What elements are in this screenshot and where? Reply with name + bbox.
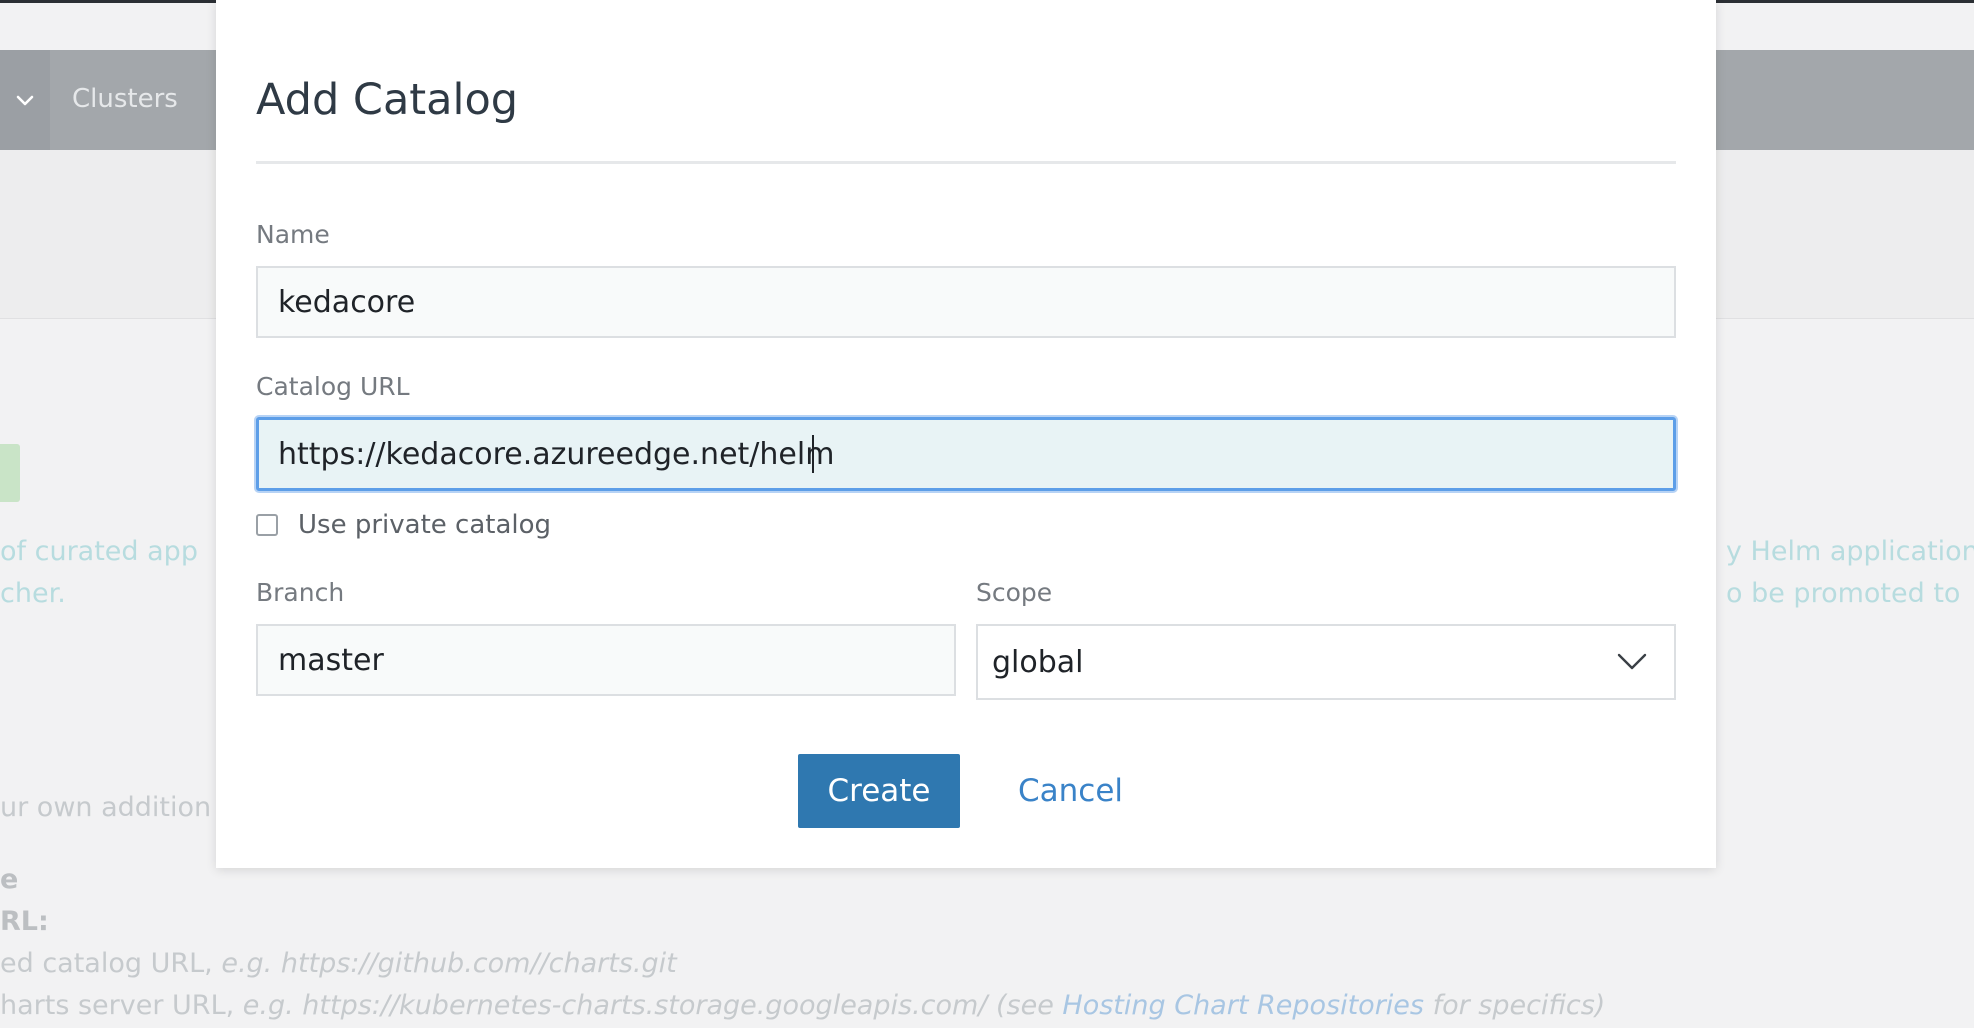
scope-select[interactable]: global: [976, 624, 1676, 700]
bg-text-curated: of curated app: [0, 536, 198, 567]
scope-label: Scope: [976, 578, 1053, 607]
bg-charts-example: e.g. https://kubernetes-charts.storage.g…: [242, 990, 1063, 1021]
bg-git-example: e.g. https://github.com//charts.git: [221, 948, 677, 979]
scope-value: global: [992, 644, 1084, 680]
bg-text-promoted: o be promoted to: [1726, 578, 1961, 609]
chevron-down-icon: [16, 95, 34, 106]
modal-divider: [256, 161, 1676, 164]
name-label: Name: [256, 220, 330, 249]
bg-text-own-addition: ur own addition: [0, 792, 212, 823]
create-button[interactable]: Create: [798, 754, 960, 828]
private-catalog-row[interactable]: Use private catalog: [256, 510, 551, 540]
bg-git-prefix: ed catalog URL,: [0, 948, 222, 979]
cancel-button[interactable]: Cancel: [998, 754, 1143, 828]
bg-text-charts-line: harts server URL, e.g. https://kubernete…: [0, 990, 1605, 1021]
modal-title: Add Catalog: [256, 75, 519, 125]
catalog-url-label: Catalog URL: [256, 372, 410, 401]
nav-clusters[interactable]: Clusters: [72, 84, 178, 114]
header-dropdown[interactable]: [0, 50, 50, 150]
name-input[interactable]: [256, 266, 1676, 338]
hosting-chart-repos-link[interactable]: Hosting Chart Repositories: [1062, 990, 1424, 1021]
text-caret: [812, 435, 814, 473]
bg-text-e: e: [0, 864, 19, 895]
bg-charts-suffix: for specifics): [1423, 990, 1606, 1021]
status-badge: [0, 444, 20, 502]
branch-label: Branch: [256, 578, 345, 607]
branch-input[interactable]: [256, 624, 956, 696]
bg-text-url: RL:: [0, 906, 49, 937]
add-catalog-modal: Add Catalog Name Catalog URL Use private…: [216, 0, 1716, 868]
bg-charts-prefix: harts server URL,: [0, 990, 243, 1021]
bg-text-cher: cher.: [0, 578, 66, 609]
catalog-url-input[interactable]: [256, 417, 1676, 491]
chevron-down-icon: [1617, 653, 1647, 670]
private-catalog-checkbox[interactable]: [256, 514, 278, 536]
private-catalog-label: Use private catalog: [298, 510, 552, 540]
bg-text-git-line: ed catalog URL, e.g. https://github.com/…: [0, 948, 677, 979]
bg-text-helm: y Helm application: [1726, 536, 1974, 567]
